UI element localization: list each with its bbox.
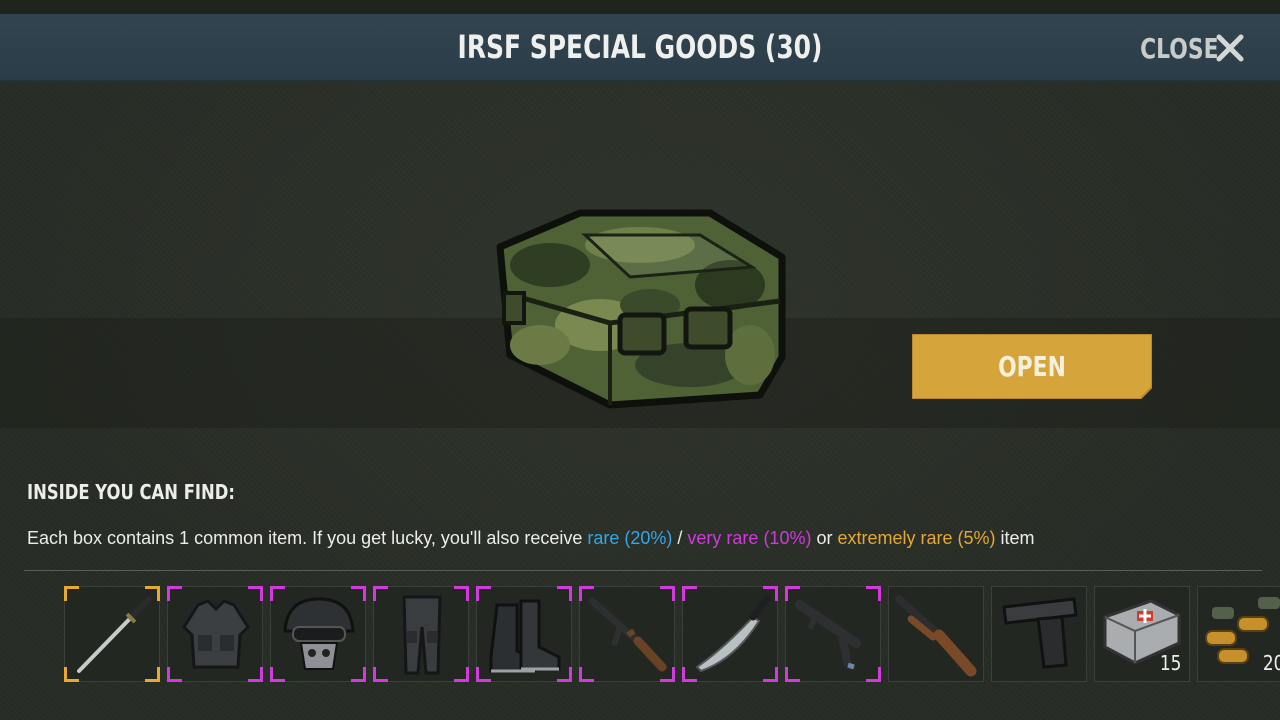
item-slot[interactable] [373,586,469,682]
item-slot[interactable] [785,586,881,682]
rarity-corner [248,586,263,601]
close-button[interactable]: CLOSE [1118,28,1247,68]
rarity-corner [145,586,160,601]
rarity-corner [373,667,388,682]
desc-rare: rare (20%) [587,528,673,548]
item-slot[interactable] [682,586,778,682]
desc-very-rare: very rare (10%) [687,528,812,548]
rarity-corner [167,667,182,682]
close-label: CLOSE [1139,31,1218,65]
rarity-corner [248,667,263,682]
rarity-corner [785,586,800,601]
rarity-corner [351,586,366,601]
rarity-corner [454,667,469,682]
rarity-corner [270,586,285,601]
rarity-corner [660,586,675,601]
contents-description: Each box contains 1 common item. If you … [27,528,1035,549]
item-slot[interactable] [888,586,984,682]
item-slot[interactable] [270,586,366,682]
camo-crate-icon [496,209,786,409]
rarity-corner [476,586,491,601]
rarity-corner [476,667,491,682]
item-slot[interactable] [476,586,572,682]
rarity-corner [351,667,366,682]
rarity-corner [557,586,572,601]
close-icon [1216,34,1244,62]
item-slot[interactable] [167,586,263,682]
item-slot[interactable]: 15 [1094,586,1190,682]
open-label: OPEN [998,350,1066,383]
divider [24,570,1262,571]
item-slot[interactable] [64,586,160,682]
rarity-corner [866,586,881,601]
desc-outro: item [995,528,1035,548]
page-title: IRSF SPECIAL GOODS (30) [457,28,823,66]
desc-sep1: / [672,528,688,548]
rarity-corner [682,667,697,682]
desc-extremely-rare: extremely rare (5%) [837,528,996,548]
rarity-corner [682,586,697,601]
item-quantity: 15 [1159,651,1181,675]
desc-intro: Each box contains 1 common item. If you … [27,528,588,548]
item-list: 15 20 [64,586,1280,684]
rarity-corner [167,586,182,601]
top-strip [0,0,1280,14]
rarity-corner [454,586,469,601]
rarity-corner [785,667,800,682]
item-slot[interactable] [991,586,1087,682]
rarity-corner [64,586,79,601]
item-quantity: 20 [1262,651,1280,675]
item-slot[interactable] [579,586,675,682]
rarity-corner [579,667,594,682]
contents-heading: INSIDE YOU CAN FIND: [27,480,235,504]
desc-sep2: or [811,528,838,548]
rarity-corner [145,667,160,682]
rarity-corner [660,667,675,682]
rarity-corner [64,667,79,682]
rarity-corner [373,586,388,601]
rarity-corner [270,667,285,682]
rarity-corner [579,586,594,601]
rarity-corner [866,667,881,682]
item-slot[interactable]: 20 [1197,586,1280,682]
sawed-off-shotgun-icon [895,595,977,677]
rarity-corner [557,667,572,682]
rarity-corner [763,586,778,601]
open-button[interactable]: OPEN [912,334,1152,399]
rarity-corner [763,667,778,682]
header-bar: IRSF SPECIAL GOODS (30) CLOSE [0,14,1280,82]
pistol-icon [1002,597,1078,669]
